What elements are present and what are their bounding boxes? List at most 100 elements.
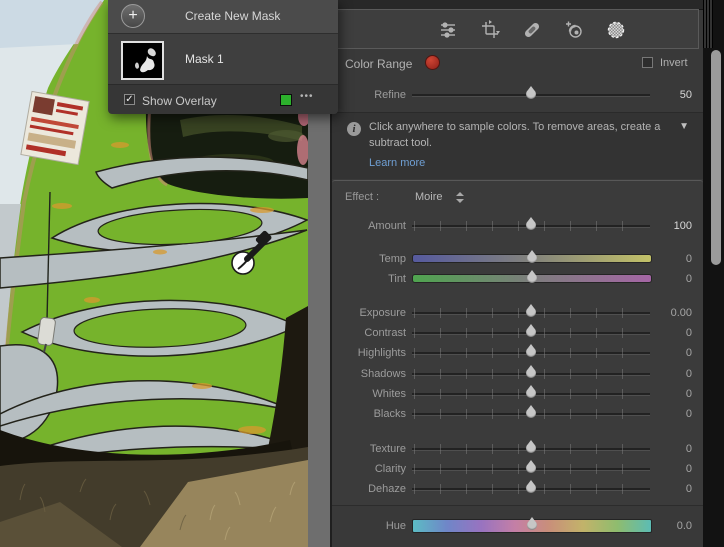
contrast-label: Contrast — [364, 327, 406, 339]
edit-panel: Color Range Invert Refine 50 i Click any… — [330, 0, 703, 547]
masking-icon[interactable] — [599, 19, 633, 41]
texture-label: Texture — [369, 443, 406, 455]
hue-slider-row: Hue 0.0 — [332, 517, 703, 533]
exposure-slider-row: Exposure 0.00 — [332, 304, 703, 320]
refine-slider[interactable] — [412, 86, 650, 99]
info-section: i Click anywhere to sample colors. To re… — [332, 112, 703, 179]
hue-value: 0.0 — [676, 520, 692, 532]
show-overlay-label: Show Overlay — [142, 94, 217, 108]
whites-value: 0 — [685, 388, 692, 400]
tools-toolbar — [337, 9, 699, 49]
effect-label: Effect : — [345, 191, 380, 203]
color-range-title: Color Range — [345, 57, 413, 71]
effect-spinner-icon[interactable] — [456, 192, 464, 203]
clarity-slider[interactable] — [412, 460, 650, 474]
blacks-slider-row: Blacks 0 — [332, 405, 703, 421]
plus-icon[interactable]: + — [121, 4, 145, 28]
hue-section: Hue 0.0 — [332, 505, 703, 547]
exposure-slider[interactable] — [412, 304, 650, 318]
sampled-color-swatch[interactable] — [425, 55, 440, 70]
whites-slider-row: Whites 0 — [332, 385, 703, 401]
blacks-slider[interactable] — [412, 405, 650, 419]
contrast-slider-thumb[interactable] — [526, 324, 536, 337]
panel-scrollbar-area — [703, 0, 724, 547]
show-overlay-checkbox[interactable]: ✓ — [124, 94, 135, 105]
whites-label: Whites — [372, 388, 406, 400]
healing-icon[interactable] — [515, 19, 549, 41]
shadows-slider[interactable] — [412, 365, 650, 379]
tint-slider-row: Tint 0 — [332, 270, 703, 286]
overlay-more-options[interactable]: ••• — [300, 91, 314, 102]
temp-slider-thumb[interactable] — [527, 250, 537, 263]
exposure-value: 0.00 — [670, 307, 692, 319]
dehaze-slider[interactable] — [412, 480, 650, 494]
highlights-value: 0 — [685, 347, 692, 359]
lightroom-masking-ui: Color Range Invert Refine 50 i Click any… — [0, 0, 724, 547]
adjust-sliders-icon[interactable] — [431, 19, 465, 41]
mask-thumbnail[interactable] — [121, 41, 164, 80]
red-eye-icon[interactable] — [557, 19, 591, 41]
amount-slider[interactable] — [412, 217, 650, 231]
highlights-slider-row: Highlights 0 — [332, 344, 703, 360]
dehaze-slider-thumb[interactable] — [526, 480, 536, 493]
shadows-slider-row: Shadows 0 — [332, 365, 703, 381]
mask-name: Mask 1 — [185, 52, 224, 66]
masks-popup: + Create New Mask Mask 1 ✓ Show Overlay … — [108, 0, 338, 114]
exposure-label: Exposure — [359, 307, 406, 319]
dehaze-slider-row: Dehaze 0 — [332, 480, 703, 496]
dehaze-value: 0 — [685, 483, 692, 495]
show-overlay-row: ✓ Show Overlay ••• — [108, 84, 338, 114]
highlights-slider-thumb[interactable] — [526, 344, 536, 357]
highlights-slider[interactable] — [412, 344, 650, 358]
learn-more-link[interactable]: Learn more — [369, 157, 425, 169]
refine-value: 50 — [679, 89, 692, 101]
temp-slider[interactable] — [412, 250, 652, 263]
scrollbar-thumb[interactable] — [711, 50, 721, 265]
texture-slider[interactable] — [412, 440, 650, 454]
contrast-value: 0 — [685, 327, 692, 339]
info-icon: i — [347, 122, 361, 136]
clarity-slider-thumb[interactable] — [526, 460, 536, 473]
hue-label: Hue — [385, 520, 406, 532]
contrast-slider[interactable] — [412, 324, 650, 338]
tint-value: 0 — [685, 273, 692, 285]
create-new-mask-button[interactable]: + Create New Mask — [108, 0, 338, 33]
temp-value: 0 — [685, 253, 692, 265]
effect-section: Effect : Moire Amount 100 Temp 0 Tint 0 … — [332, 180, 703, 505]
hue-slider[interactable] — [412, 517, 652, 533]
info-message: Click anywhere to sample colors. To remo… — [369, 121, 661, 149]
tint-slider[interactable] — [412, 270, 652, 283]
collapse-arrow-icon[interactable]: ▼ — [679, 121, 689, 132]
refine-label: Refine — [374, 89, 406, 101]
amount-label: Amount — [368, 220, 406, 232]
texture-value: 0 — [685, 443, 692, 455]
whites-slider-thumb[interactable] — [526, 385, 536, 398]
mask-list-item[interactable]: Mask 1 — [108, 33, 338, 84]
create-new-mask-label: Create New Mask — [185, 9, 281, 23]
whites-slider[interactable] — [412, 385, 650, 399]
texture-slider-thumb[interactable] — [526, 440, 536, 453]
overlay-color-swatch[interactable] — [280, 94, 292, 106]
amount-value: 100 — [673, 220, 692, 232]
clarity-value: 0 — [685, 463, 692, 475]
amount-slider-thumb[interactable] — [526, 217, 536, 230]
contrast-slider-row: Contrast 0 — [332, 324, 703, 340]
hue-slider-thumb[interactable] — [527, 517, 537, 530]
invert-label: Invert — [660, 57, 688, 69]
crop-rotate-icon[interactable] — [473, 19, 507, 41]
highlights-label: Highlights — [357, 347, 406, 359]
exposure-slider-thumb[interactable] — [526, 304, 536, 317]
tint-label: Tint — [388, 273, 406, 285]
temp-label: Temp — [379, 253, 406, 265]
shadows-value: 0 — [685, 368, 692, 380]
blacks-slider-thumb[interactable] — [526, 405, 536, 418]
refine-slider-row: Refine 50 — [332, 86, 703, 102]
refine-slider-thumb[interactable] — [526, 86, 536, 99]
invert-checkbox[interactable] — [642, 57, 653, 68]
shadows-slider-thumb[interactable] — [526, 365, 536, 378]
tint-slider-thumb[interactable] — [527, 270, 537, 283]
effect-dropdown[interactable]: Moire — [415, 191, 443, 203]
color-range-section: Color Range Invert Refine 50 — [332, 51, 703, 112]
temp-slider-row: Temp 0 — [332, 250, 703, 266]
panel-edge-stripes — [703, 0, 713, 48]
